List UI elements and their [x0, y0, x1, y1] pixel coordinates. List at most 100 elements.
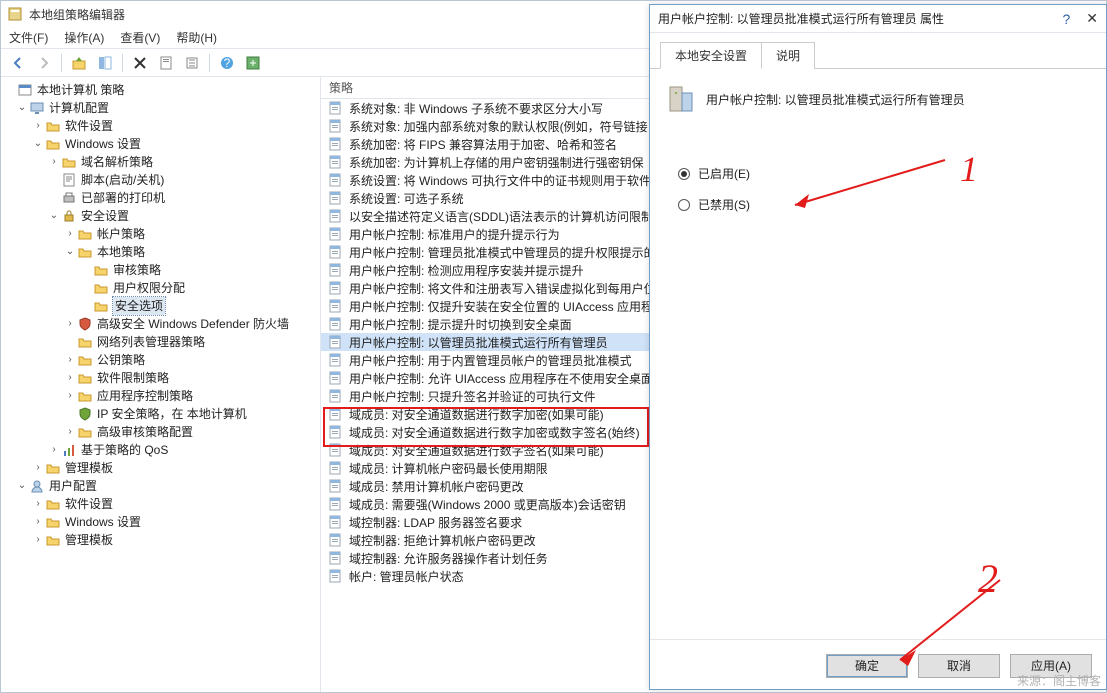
policy-item-icon: [327, 334, 343, 350]
tree-netlist[interactable]: 网络列表管理器策略: [1, 333, 320, 351]
menu-action[interactable]: 操作(A): [64, 29, 104, 46]
tab-local-security[interactable]: 本地安全设置: [660, 42, 762, 69]
chevron-right-icon[interactable]: ›: [47, 153, 61, 171]
list-item-label: 系统对象: 非 Windows 子系统不要求区分大小写: [349, 100, 603, 117]
policy-item-icon: [327, 550, 343, 566]
filter-button[interactable]: [242, 52, 264, 74]
list-item-label: 域控制器: 拒绝计算机帐户密码更改: [349, 532, 536, 549]
chevron-right-icon[interactable]: ›: [63, 387, 77, 405]
chevron-right-icon[interactable]: ›: [63, 315, 77, 333]
lock-icon: [61, 208, 77, 224]
chevron-down-icon[interactable]: ⌄: [63, 243, 77, 261]
radio-disabled[interactable]: 已禁用(S): [678, 196, 1092, 213]
chevron-right-icon[interactable]: ›: [31, 495, 45, 513]
tab-explain[interactable]: 说明: [761, 42, 815, 69]
chevron-right-icon[interactable]: ›: [31, 459, 45, 477]
tree-app-ctrl[interactable]: ›应用程序控制策略: [1, 387, 320, 405]
tree-account-policy[interactable]: ›帐户策略: [1, 225, 320, 243]
tree-ipsec[interactable]: IP 安全策略，在 本地计算机: [1, 405, 320, 423]
server-icon: [664, 83, 696, 115]
help-button[interactable]: ?: [216, 52, 238, 74]
folder-icon: [45, 514, 61, 530]
list-item-label: 域成员: 对安全通道数据进行数字签名(如果可能): [349, 442, 604, 459]
export-list-button[interactable]: [181, 52, 203, 74]
tree-adv-audit[interactable]: ›高级审核策略配置: [1, 423, 320, 441]
tree-scripts[interactable]: 脚本(启动/关机): [1, 171, 320, 189]
help-button[interactable]: ?: [1062, 11, 1070, 27]
radio-enabled-label: 已启用(E): [698, 165, 750, 182]
show-hide-tree-button[interactable]: [94, 52, 116, 74]
tree-computer-cfg[interactable]: ⌄计算机配置: [1, 99, 320, 117]
mmc-title: 本地组策略编辑器: [29, 6, 125, 23]
chevron-down-icon[interactable]: ⌄: [31, 135, 45, 153]
chevron-right-icon[interactable]: ›: [31, 513, 45, 531]
chevron-down-icon[interactable]: ⌄: [15, 477, 29, 495]
menu-help[interactable]: 帮助(H): [176, 29, 217, 46]
cancel-button[interactable]: 取消: [918, 654, 1000, 678]
tree-soft-settings[interactable]: ›软件设置: [1, 117, 320, 135]
menu-view[interactable]: 查看(V): [120, 29, 160, 46]
tree-sec-options[interactable]: 安全选项: [1, 297, 320, 315]
tree-user-admin[interactable]: ›管理模板: [1, 531, 320, 549]
chevron-right-icon[interactable]: ›: [47, 441, 61, 459]
tree-printers[interactable]: 已部署的打印机: [1, 189, 320, 207]
tree-win-settings[interactable]: ⌄Windows 设置: [1, 135, 320, 153]
folder-icon: [77, 424, 93, 440]
folder-icon: [93, 298, 109, 314]
tree-user-cfg[interactable]: ⌄用户配置: [1, 477, 320, 495]
list-item-label: 用户帐户控制: 标准用户的提升提示行为: [349, 226, 560, 243]
dialog-titlebar: 用户帐户控制: 以管理员批准模式运行所有管理员 属性 ? ✕: [650, 5, 1106, 33]
tree-admin-templates[interactable]: ›管理模板: [1, 459, 320, 477]
chevron-right-icon[interactable]: ›: [63, 351, 77, 369]
policy-item-icon: [327, 298, 343, 314]
folder-icon: [45, 136, 61, 152]
up-button[interactable]: [68, 52, 90, 74]
chevron-right-icon[interactable]: ›: [31, 117, 45, 135]
chevron-right-icon[interactable]: ›: [63, 225, 77, 243]
radio-enabled[interactable]: 已启用(E): [678, 165, 1092, 182]
tree[interactable]: 本地计算机 策略 ⌄计算机配置 ›软件设置 ⌄Windows 设置 ›域名解析策…: [1, 77, 321, 692]
list-item-label: 用户帐户控制: 用于内置管理员帐户的管理员批准模式: [349, 352, 632, 369]
tree-defender[interactable]: ›高级安全 Windows Defender 防火墙: [1, 315, 320, 333]
tree-soft-restrict[interactable]: ›软件限制策略: [1, 369, 320, 387]
chevron-right-icon[interactable]: ›: [63, 369, 77, 387]
tree-user-win[interactable]: ›Windows 设置: [1, 513, 320, 531]
tree-user-soft[interactable]: ›软件设置: [1, 495, 320, 513]
tree-audit-policy[interactable]: 审核策略: [1, 261, 320, 279]
dialog-heading-text: 用户帐户控制: 以管理员批准模式运行所有管理员: [706, 91, 965, 108]
tree-sec-settings[interactable]: ⌄安全设置: [1, 207, 320, 225]
list-item-label: 帐户: 管理员帐户状态: [349, 568, 464, 585]
ok-button[interactable]: 确定: [826, 654, 908, 678]
list-item-label: 用户帐户控制: 只提升签名并验证的可执行文件: [349, 388, 596, 405]
policy-item-icon: [327, 100, 343, 116]
list-item-label: 系统加密: 为计算机上存储的用户密钥强制进行强密钥保: [349, 154, 644, 171]
tree-qos[interactable]: ›基于策略的 QoS: [1, 441, 320, 459]
policy-item-icon: [327, 172, 343, 188]
policy-item-icon: [327, 460, 343, 476]
folder-icon: [93, 280, 109, 296]
list-item-label: 用户帐户控制: 检测应用程序安装并提示提升: [349, 262, 584, 279]
delete-button[interactable]: [129, 52, 151, 74]
tree-user-rights[interactable]: 用户权限分配: [1, 279, 320, 297]
chevron-right-icon[interactable]: ›: [63, 423, 77, 441]
tree-root[interactable]: 本地计算机 策略: [1, 81, 320, 99]
folder-icon: [77, 370, 93, 386]
list-item-label: 以安全描述符定义语言(SDDL)语法表示的计算机访问限制: [349, 208, 653, 225]
list-item-label: 域成员: 计算机帐户密码最长使用期限: [349, 460, 548, 477]
gpedit-icon: [7, 6, 23, 22]
menu-file[interactable]: 文件(F): [9, 29, 48, 46]
forward-button[interactable]: [33, 52, 55, 74]
policy-item-icon: [327, 406, 343, 422]
properties-button[interactable]: [155, 52, 177, 74]
chevron-down-icon[interactable]: ⌄: [47, 207, 61, 225]
tree-name-res[interactable]: ›域名解析策略: [1, 153, 320, 171]
chevron-right-icon[interactable]: ›: [31, 531, 45, 549]
chevron-down-icon[interactable]: ⌄: [15, 99, 29, 117]
toolbar-sep: [209, 54, 210, 72]
toolbar-sep: [122, 54, 123, 72]
tree-pubkey[interactable]: ›公钥策略: [1, 351, 320, 369]
policy-item-icon: [327, 118, 343, 134]
tree-local-policy[interactable]: ⌄本地策略: [1, 243, 320, 261]
back-button[interactable]: [7, 52, 29, 74]
close-button[interactable]: ✕: [1086, 10, 1098, 27]
